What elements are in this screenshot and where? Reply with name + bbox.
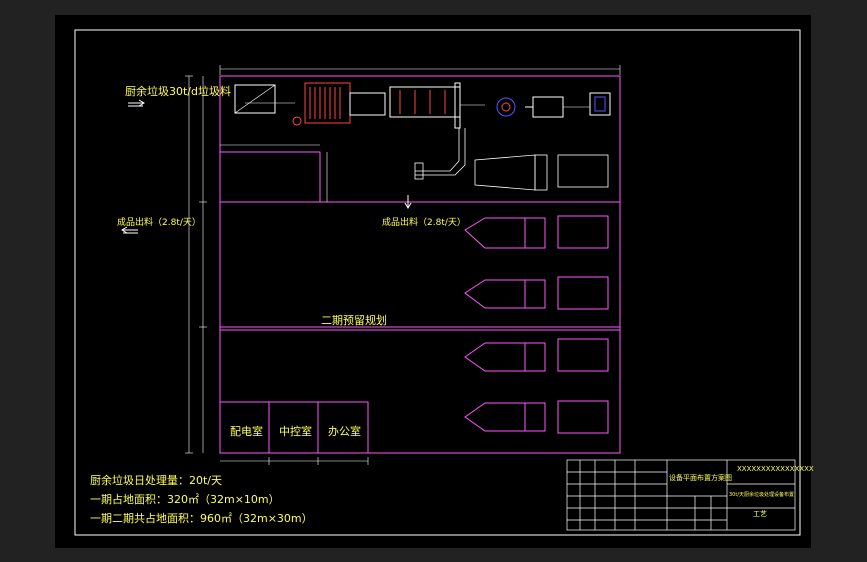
room-power: 配电室: [230, 425, 263, 438]
project-name: 30t/天厨余垃圾处理设备布置: [729, 492, 795, 498]
drawing-canvas: 厨余垃圾30t/d垃圾料 成品出料（2.8t/天） 成品出料（2.8t/天） 二…: [55, 15, 814, 548]
phase2-label: 二期预留规划: [321, 314, 387, 327]
outflow-left-label: 成品出料（2.8t/天）: [117, 218, 201, 228]
building-outline: [219, 75, 621, 454]
note-3: 一期二期共占地面积：960㎡（32m×30m）: [90, 512, 313, 525]
room-control: 中控室: [279, 425, 312, 438]
note-2: 一期占地面积：320㎡（32m×10m）: [90, 493, 280, 506]
drawing-title: 设备平面布置方案图: [669, 474, 732, 482]
outflow-center-label: 成品出料（2.8t/天）: [382, 218, 466, 228]
drawing-code: XXXXXXXXXXXXXXXX: [737, 465, 814, 473]
inflow-label: 厨余垃圾30t/d垃圾料: [125, 85, 231, 98]
arrows: [121, 99, 412, 234]
room-office: 办公室: [328, 425, 361, 438]
equipment-top-row: [234, 82, 611, 129]
dimension-lines: [185, 65, 621, 465]
note-1: 厨余垃圾日处理量：20t/天: [90, 474, 223, 487]
phase2-equipment: [464, 215, 609, 434]
dept-label: 工艺: [753, 510, 767, 518]
equipment-middle: [414, 128, 609, 191]
drawing-frame: [74, 29, 801, 536]
